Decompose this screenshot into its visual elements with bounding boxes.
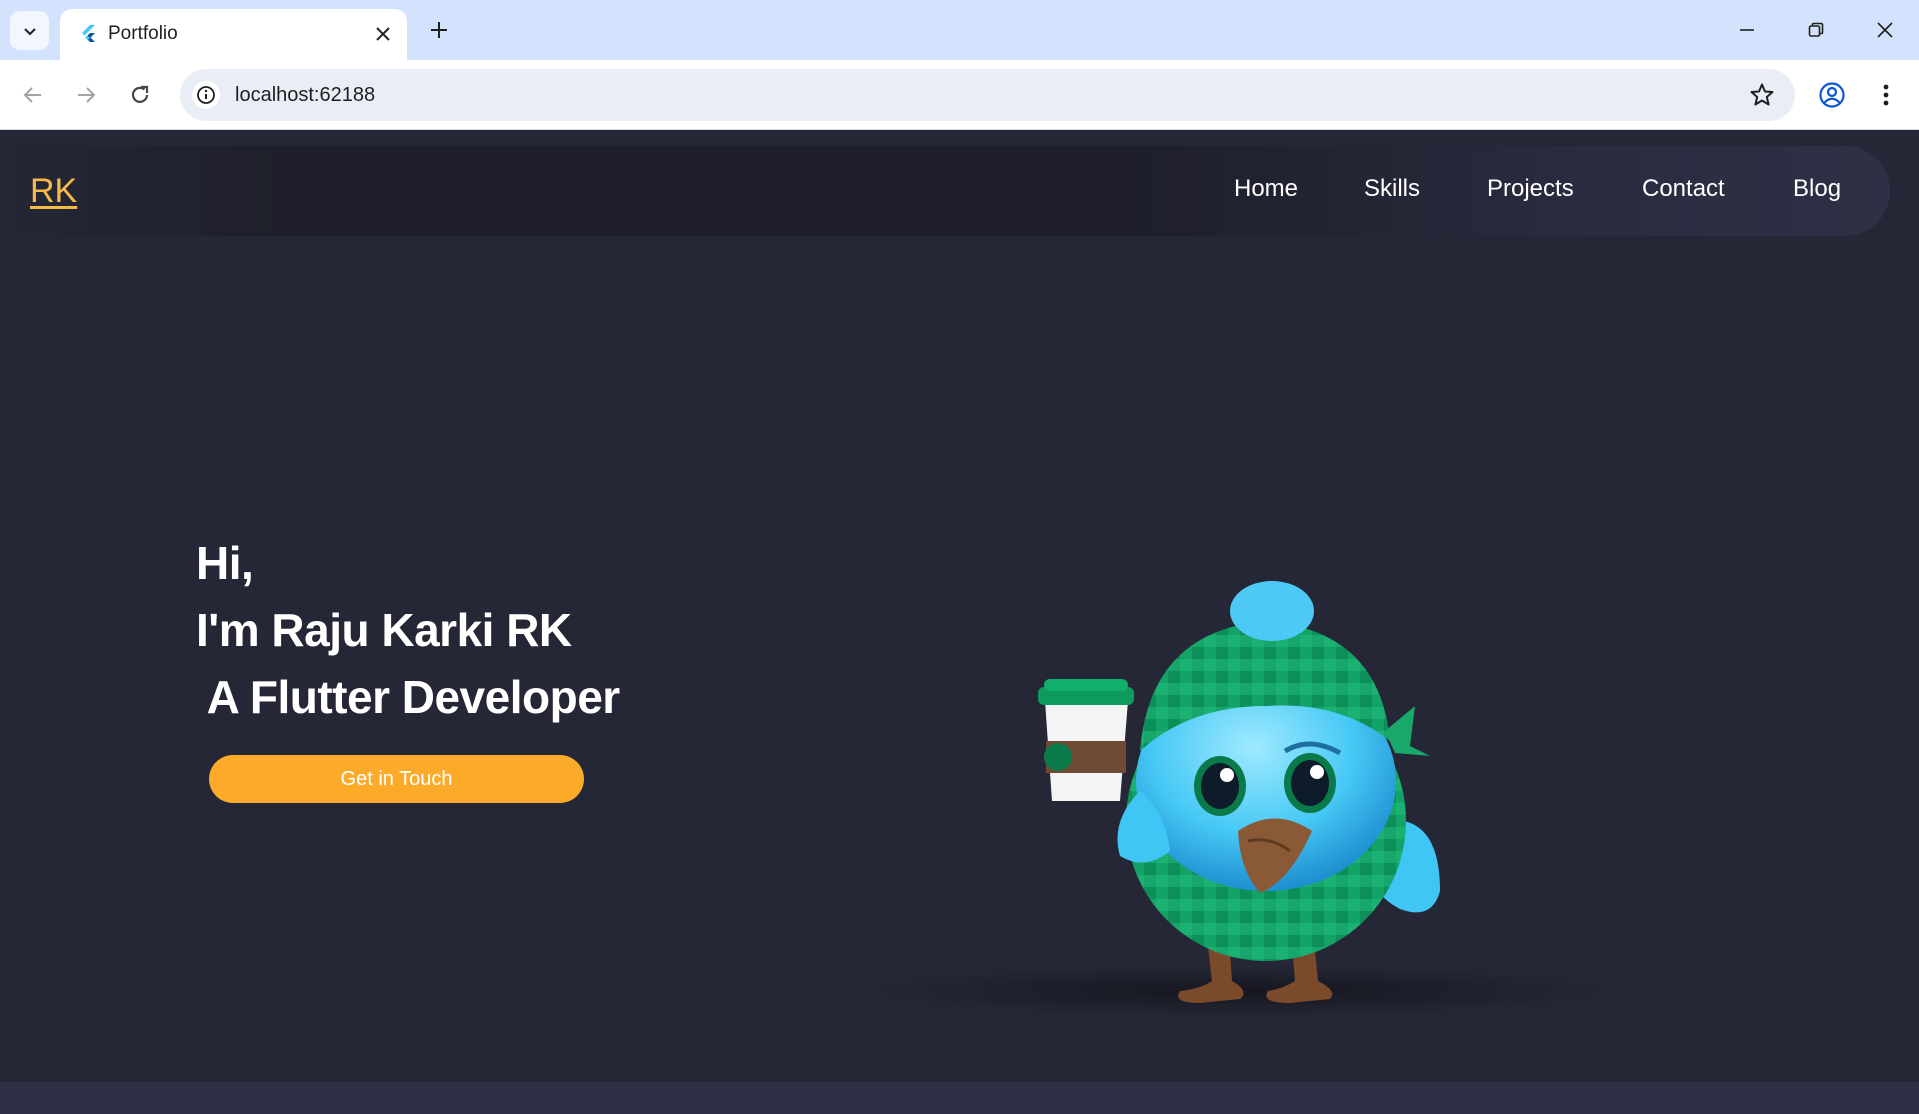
hero-name: I'm Raju Karki RK — [196, 604, 572, 656]
restore-icon — [1808, 22, 1824, 37]
close-icon — [1877, 22, 1893, 38]
tab-title: Portfolio — [108, 23, 178, 44]
restore-button[interactable] — [1791, 10, 1841, 50]
hero-greeting: Hi, — [196, 537, 254, 589]
tab-close-button[interactable] — [371, 22, 395, 46]
minimize-icon — [1740, 29, 1754, 31]
site-info-button[interactable] — [192, 81, 220, 109]
get-in-touch-button[interactable]: Get in Touch — [209, 755, 584, 803]
close-window-button[interactable] — [1860, 10, 1910, 50]
tab-search-button[interactable] — [10, 11, 49, 50]
info-icon — [197, 86, 215, 104]
reload-icon — [131, 85, 149, 103]
browser-menu-button[interactable] — [1868, 77, 1904, 113]
star-icon[interactable] — [1749, 82, 1775, 108]
site-logo[interactable]: RK — [30, 172, 77, 211]
url-text[interactable]: localhost:62188 — [235, 84, 375, 107]
browser-tab[interactable]: Portfolio — [60, 9, 407, 60]
nav-link-blog[interactable]: Blog — [1793, 175, 1841, 203]
address-bar[interactable]: localhost:62188 — [180, 69, 1795, 121]
chevron-down-icon — [23, 27, 36, 35]
nav-link-home[interactable]: Home — [1234, 175, 1298, 203]
plus-icon — [431, 22, 447, 38]
minimize-button[interactable] — [1722, 10, 1772, 50]
kebab-menu-icon — [1883, 84, 1889, 106]
arrow-right-icon — [78, 87, 96, 103]
profile-button[interactable] — [1814, 77, 1850, 113]
tab-strip: Portfolio — [0, 0, 1919, 60]
close-icon — [376, 27, 390, 41]
site-navbar: RK Home Skills Projects Contact Blog — [0, 146, 1890, 236]
nav-link-skills[interactable]: Skills — [1364, 175, 1420, 203]
hero-role: A Flutter Developer — [196, 671, 621, 723]
nav-link-projects[interactable]: Projects — [1487, 175, 1574, 203]
arrow-left-icon — [23, 87, 41, 103]
page-bottom-band — [0, 1082, 1919, 1114]
nav-link-contact[interactable]: Contact — [1642, 175, 1725, 203]
flutter-icon — [82, 25, 95, 42]
browser-toolbar: localhost:62188 — [0, 60, 1919, 130]
dash-mascot-illustration — [860, 581, 1620, 1017]
forward-button[interactable] — [67, 76, 105, 114]
back-button[interactable] — [14, 76, 52, 114]
reload-button[interactable] — [121, 76, 159, 114]
new-tab-button[interactable] — [424, 15, 454, 45]
portfolio-page: RK Home Skills Projects Contact Blog Hi,… — [0, 131, 1919, 1083]
profile-icon — [1819, 82, 1845, 108]
